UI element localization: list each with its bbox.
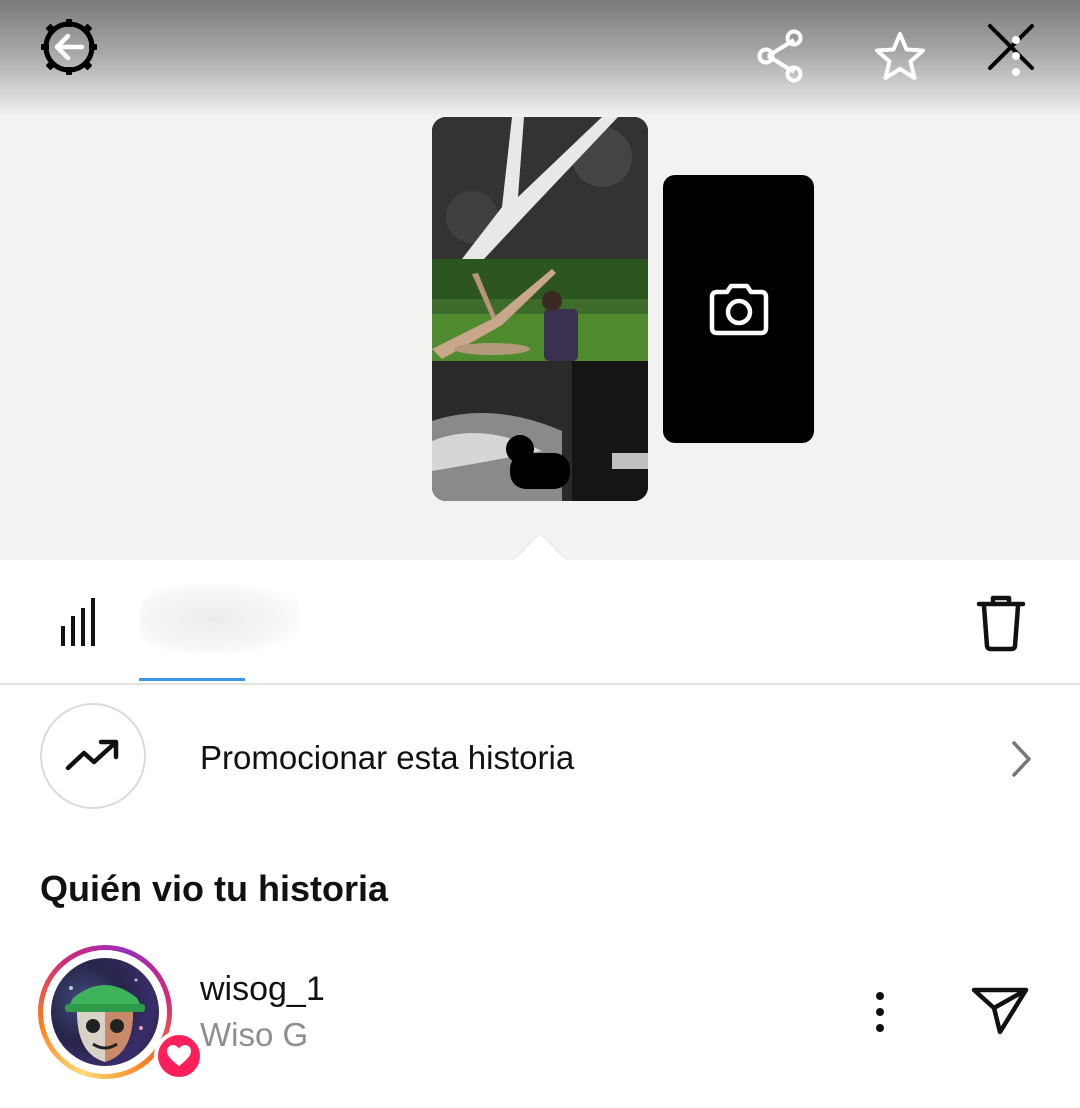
tab-active-indicator (139, 678, 245, 681)
viewer-username[interactable]: wisog_1 (200, 970, 325, 1009)
favorite-button[interactable] (872, 30, 928, 84)
story-image-park (432, 259, 648, 361)
viewers-section-title: Quién vio tu historia (40, 868, 389, 909)
tab-viewers[interactable] (140, 584, 300, 654)
star-icon (875, 32, 925, 80)
bar-chart-icon (61, 598, 95, 646)
story-image-tree-bw (432, 117, 648, 259)
promote-icon-circle (40, 703, 146, 809)
heart-icon (167, 1045, 191, 1066)
reaction-badge (154, 1031, 204, 1081)
viewer-full-name: Wiso G (200, 1016, 309, 1053)
story-viewer-area (0, 0, 1080, 560)
story-thumbnail[interactable] (432, 117, 648, 501)
story-image-river-bw (432, 361, 648, 501)
close-icon (988, 24, 1034, 76)
share-icon (757, 29, 803, 83)
promote-label: Promocionar esta historia (200, 739, 575, 776)
close-button[interactable] (984, 20, 1040, 80)
avatar-border (43, 950, 167, 1074)
viewer-more-button[interactable] (860, 984, 900, 1040)
back-arrow-icon (41, 19, 97, 75)
send-message-button[interactable] (968, 982, 1032, 1038)
share-button[interactable] (752, 26, 808, 86)
viewer-list-item[interactable]: wisog_1 Wiso G (0, 940, 1080, 1081)
camera-icon (709, 283, 768, 336)
avatar-image (51, 958, 159, 1066)
avatar-illustration (65, 978, 145, 1062)
add-story-button[interactable] (663, 175, 814, 443)
chevron-right-icon (1012, 741, 1031, 777)
avatar[interactable] (38, 945, 204, 1081)
story-tabs (0, 562, 1080, 685)
more-vertical-icon (876, 992, 884, 1032)
back-button[interactable] (38, 16, 100, 78)
trending-up-icon (65, 739, 119, 771)
send-icon (971, 987, 1029, 1035)
promote-story-row[interactable]: Promocionar esta historia (0, 703, 1080, 815)
tab-insights[interactable] (50, 590, 108, 654)
delete-button[interactable] (970, 590, 1032, 656)
trash-icon (976, 595, 1026, 652)
